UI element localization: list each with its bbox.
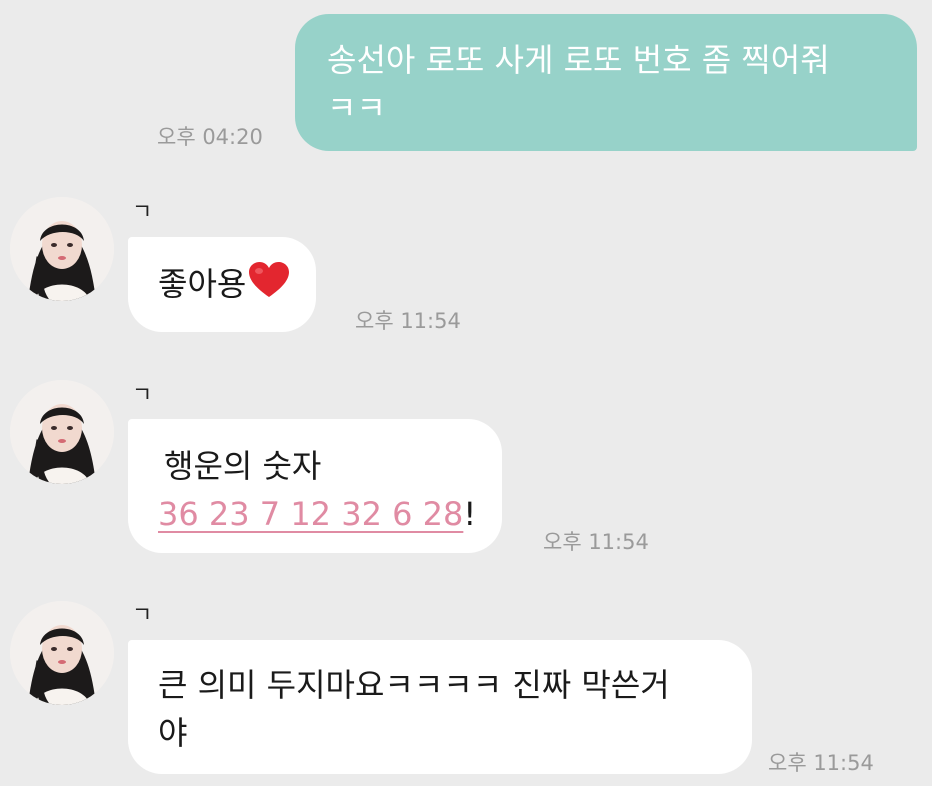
outgoing-message-bubble[interactable]: 송선아 로또 사게 로또 번호 좀 찍어줘 ㅋㅋ [295,14,917,151]
sender-avatar[interactable] [10,380,114,484]
sender-avatar[interactable] [10,601,114,705]
incoming-message-bubble[interactable]: 좋아용 [128,237,317,332]
message-text-line: 야 [158,714,188,752]
sender-name: ㄱ [132,200,153,225]
message-text-suffix: ! [463,495,477,533]
message-text: 좋아용 [158,265,247,303]
message-timestamp: 오후 04:20 [157,125,263,149]
incoming-message-bubble[interactable]: 큰 의미 두지마요ㅋㅋㅋㅋ 진짜 막쓴거 야 [128,640,752,774]
message-text-line: 36 23 7 12 32 6 28! [158,490,476,538]
message-timestamp: 오후 11:54 [543,530,649,554]
sender-name: ㄱ [132,603,153,628]
heart-icon [248,261,290,312]
message-timestamp: 오후 11:54 [768,751,874,775]
sender-name: ㄱ [132,383,153,408]
message-timestamp: 오후 11:54 [355,309,461,333]
message-text-line: 송선아 로또 사게 로또 번호 좀 찍어줘 [327,41,830,79]
sender-avatar[interactable] [10,197,114,301]
message-text-line: 큰 의미 두지마요ㅋㅋㅋㅋ 진짜 막쓴거 [158,666,670,704]
message-text-line: 행운의 숫자 [164,447,322,485]
lotto-numbers-link[interactable]: 36 23 7 12 32 6 28 [158,495,463,533]
incoming-message-bubble[interactable]: 행운의 숫자 36 23 7 12 32 6 28! [128,419,503,553]
message-text-line: ㅋㅋ [327,89,386,127]
